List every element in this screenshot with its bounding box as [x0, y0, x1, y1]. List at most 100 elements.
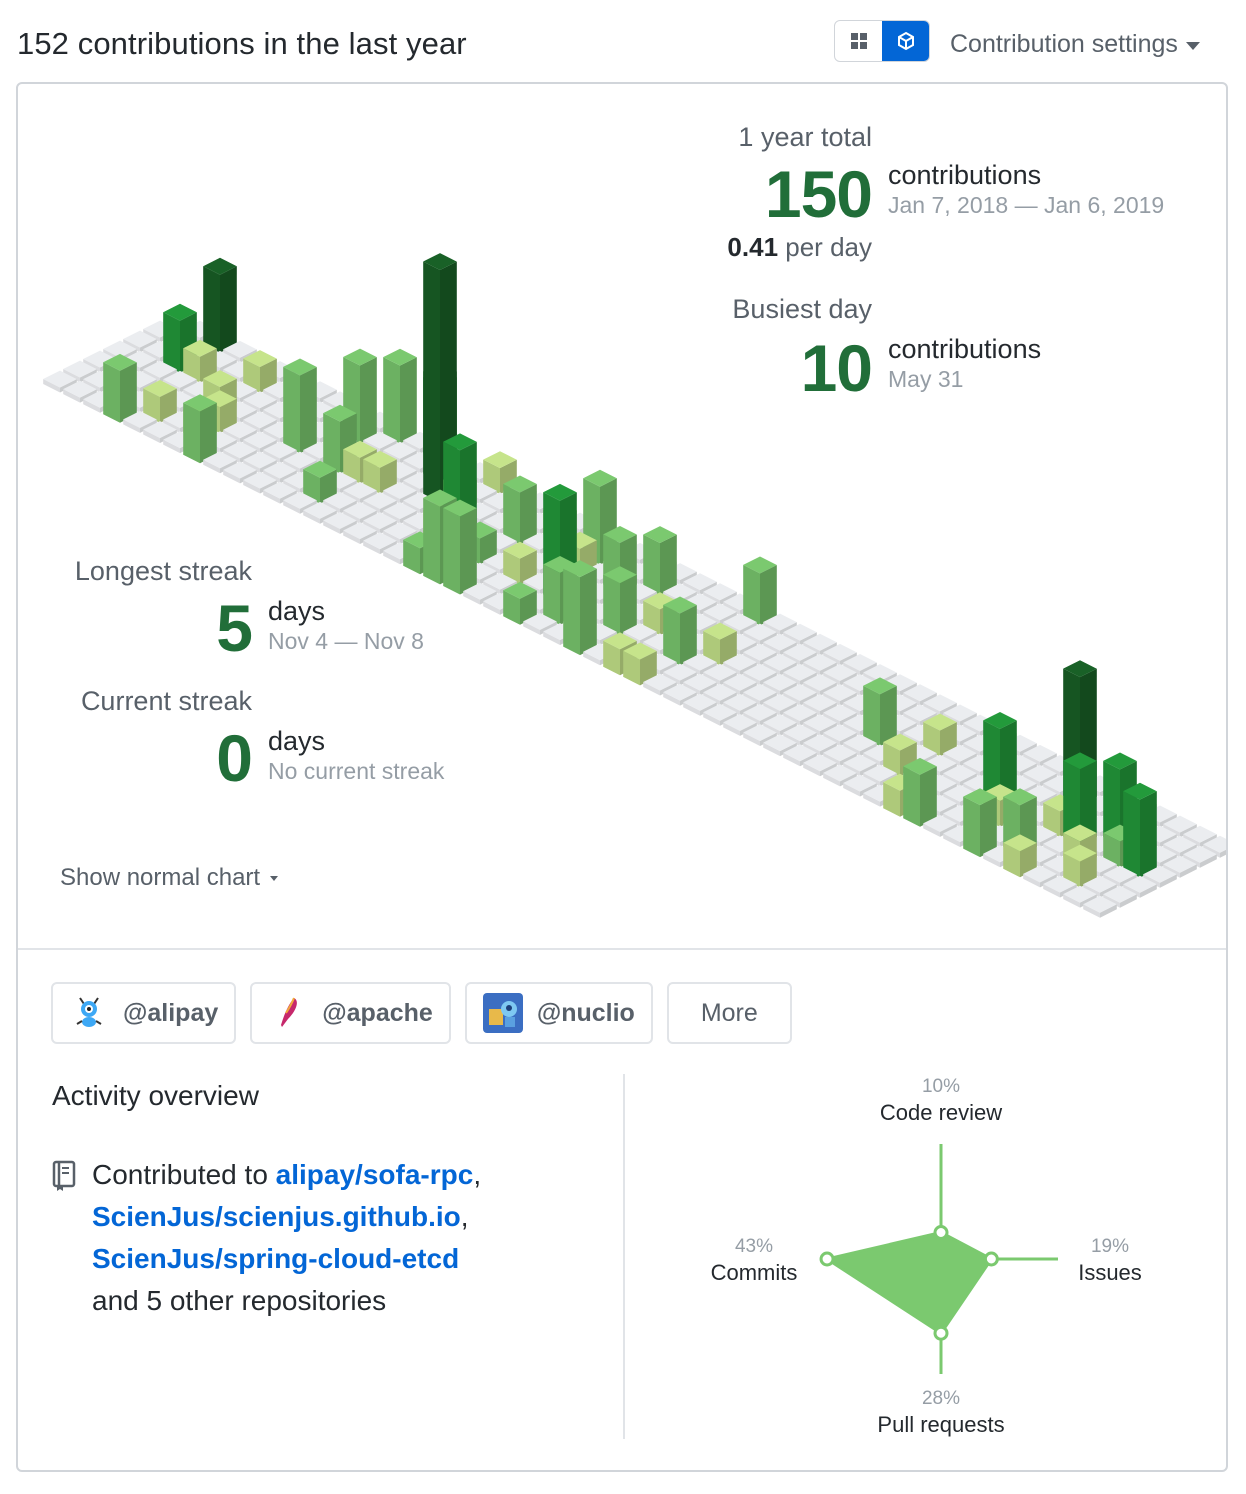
contribution-bar-side — [920, 766, 937, 827]
contribution-bar-side — [1140, 791, 1157, 878]
contribution-bar-side — [283, 366, 300, 454]
contribution-bar-side — [423, 497, 440, 585]
contribution-bar-side — [743, 564, 760, 626]
current-streak-range: No current streak — [268, 758, 445, 784]
contribution-bar-side — [103, 362, 120, 423]
contribution-bar-side — [503, 483, 520, 545]
radar-label-pull-requests: Pull requests — [877, 1412, 1004, 1437]
contribution-bar-side — [203, 266, 220, 353]
caret-down-icon — [1185, 41, 1200, 50]
contribution-settings-dropdown[interactable]: Contribution settings — [950, 30, 1200, 59]
radar-label-issues: Issues — [1078, 1260, 1142, 1285]
robot-icon — [482, 993, 523, 1033]
contribution-card: 1 year total 150 contributions Jan 7, 20… — [16, 82, 1228, 1472]
contribution-bar-side — [520, 484, 537, 545]
contribution-bar-side — [400, 357, 417, 444]
feather-icon — [268, 993, 308, 1033]
per-day-unit: per day — [785, 232, 872, 262]
repo-link-sofa-rpc[interactable]: alipay/sofa-rpc — [276, 1159, 474, 1190]
contribution-bar-side — [163, 312, 180, 373]
contributed-repos: Contributed to alipay/sofa-rpc, ScienJus… — [52, 1154, 572, 1322]
grid-icon — [850, 33, 867, 49]
radar-label-code-review: Code review — [880, 1100, 1002, 1125]
activity-radar-chart: 10% Code review 19% Issues 28% Pull requ… — [711, 1076, 1142, 1437]
cube-icon — [897, 31, 914, 51]
contribution-bar-side — [660, 534, 677, 595]
separator-comma: , — [460, 1201, 469, 1232]
contribution-bar-side — [383, 357, 400, 444]
current-streak-unit: days — [268, 726, 326, 756]
longest-streak-label: Longest streak — [74, 556, 252, 586]
contribution-bar-side — [220, 266, 237, 353]
contribution-bar-side — [443, 508, 460, 595]
contributions-title: 152 contributions in the last year — [17, 26, 467, 61]
contribution-bar-side — [643, 534, 660, 595]
repo-icon — [52, 1160, 76, 1191]
ant-icon — [69, 993, 109, 1033]
current-streak-value: 0 — [216, 721, 253, 795]
caret-down-icon — [270, 875, 279, 881]
contribution-settings-label: Contribution settings — [950, 30, 1178, 58]
org-filter-nuclio[interactable]: @nuclio — [464, 982, 653, 1044]
contribution-bar-side — [863, 685, 880, 747]
isometric-view-button[interactable] — [882, 21, 929, 61]
radar-pct-code-review: 10% — [922, 1076, 960, 1097]
year-total-value: 150 — [764, 157, 873, 231]
radar-pct-commits: 43% — [735, 1236, 773, 1257]
radar-pct-issues: 19% — [1091, 1236, 1129, 1257]
longest-streak-range: Nov 4 — Nov 8 — [268, 628, 424, 654]
organization-filters: @alipay @apache @nuclio More — [51, 982, 792, 1044]
contribution-bar-side — [980, 796, 997, 858]
contribution-bar-side — [580, 568, 597, 656]
other-repos-text: and 5 other repositories — [92, 1285, 387, 1316]
org-filter-label: @alipay — [123, 998, 219, 1027]
radar-label-commits: Commits — [711, 1260, 798, 1285]
contribution-bar-side — [903, 766, 920, 827]
radar-point-code-review — [933, 1225, 949, 1240]
isometric-chart-panel: 1 year total 150 contributions Jan 7, 20… — [18, 84, 1226, 948]
contribution-bar-side — [183, 402, 200, 464]
repo-link-scienjus-github-io[interactable]: ScienJus/scienjus.github.io — [92, 1201, 461, 1232]
radar-point-commits — [819, 1251, 835, 1267]
contribution-bar-side — [360, 357, 377, 444]
contribution-bar-side — [663, 604, 680, 666]
more-orgs-button[interactable]: More — [666, 982, 792, 1044]
contribution-bar-side — [603, 574, 620, 636]
section-divider — [18, 948, 1226, 950]
grid-view-button[interactable] — [835, 21, 882, 61]
show-normal-chart-label: Show normal chart — [60, 864, 261, 891]
activity-divider — [623, 1074, 625, 1439]
radar-area — [823, 1230, 994, 1336]
repo-link-spring-cloud-etcd[interactable]: ScienJus/spring-cloud-etcd — [92, 1243, 459, 1274]
busiest-day-label: Busiest day — [732, 294, 872, 324]
busiest-day-unit: contributions — [888, 334, 1042, 364]
show-normal-chart-toggle[interactable]: Show normal chart — [60, 864, 279, 892]
longest-streak-unit: days — [268, 596, 326, 626]
longest-streak-value: 5 — [216, 591, 253, 665]
contribution-bar-side — [460, 508, 477, 595]
contribution-bar-side — [963, 796, 980, 858]
per-day-stat: 0.41 per day — [616, 232, 872, 263]
org-filter-label: @apache — [322, 998, 433, 1027]
org-filter-label: @nuclio — [536, 998, 635, 1027]
busiest-day-date: May 31 — [888, 366, 964, 392]
contribution-bar-side — [680, 605, 697, 666]
activity-overview-title: Activity overview — [52, 1080, 259, 1111]
year-total-label: 1 year total — [738, 122, 872, 152]
contributions-header: 152 contributions in the last year Contr… — [0, 0, 1246, 84]
contribution-bar-side — [563, 568, 580, 656]
contributed-repos-text: Contributed to alipay/sofa-rpc, ScienJus… — [92, 1154, 572, 1322]
separator-comma: , — [473, 1159, 482, 1190]
contributed-to-label: Contributed to — [92, 1159, 268, 1190]
contribution-bar-side — [620, 574, 637, 636]
org-filter-alipay[interactable]: @alipay — [51, 982, 237, 1044]
contribution-bar-side — [1123, 791, 1140, 878]
chart-view-toggle — [834, 20, 930, 62]
contribution-bar-side — [423, 261, 440, 504]
per-day-value: 0.41 — [727, 232, 779, 262]
radar-pct-pull-requests: 28% — [922, 1388, 960, 1409]
contribution-bar-side — [200, 402, 217, 464]
org-filter-apache[interactable]: @apache — [250, 982, 451, 1044]
busiest-day-value: 10 — [800, 331, 873, 405]
contribution-bar-side — [300, 367, 317, 454]
